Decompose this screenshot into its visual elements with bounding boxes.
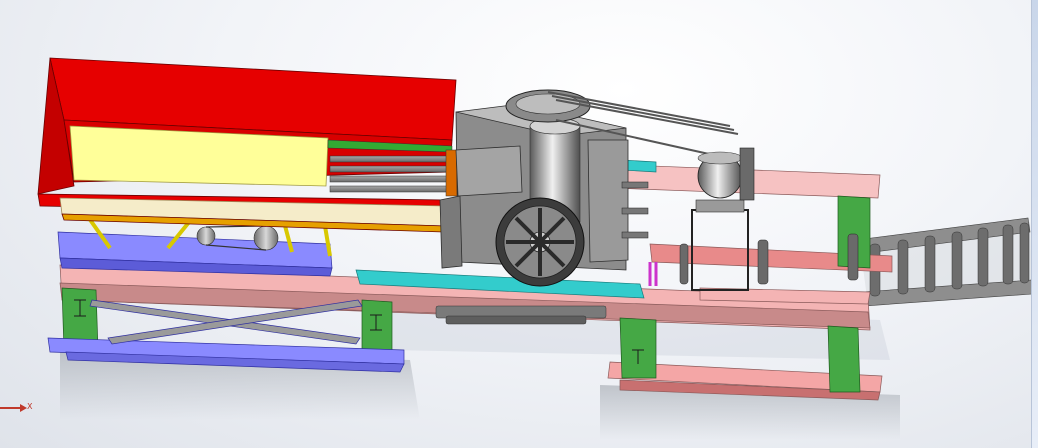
machine-assembly-model[interactable] (0, 0, 1038, 448)
hopper-rollers (327, 139, 459, 197)
magenta-links (648, 262, 658, 286)
coordinate-triad-icon (0, 404, 27, 412)
triad-x-label: X (27, 402, 33, 411)
viewport-edge-strip (1031, 0, 1038, 448)
flywheel[interactable] (495, 197, 585, 287)
drive-motor[interactable] (691, 147, 755, 291)
cad-viewport[interactable]: X (0, 0, 1038, 448)
top-pulley (505, 89, 591, 123)
under-assembly (435, 305, 607, 325)
